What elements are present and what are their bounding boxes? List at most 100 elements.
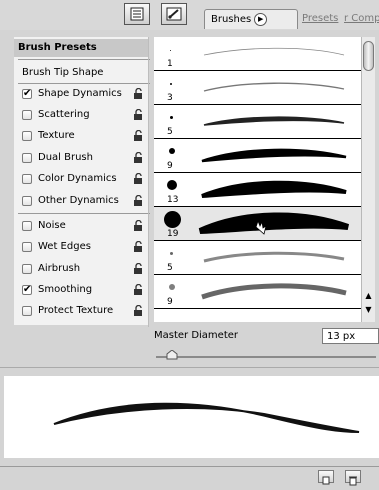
brush-preset-row-selected[interactable]: 19: [154, 207, 361, 241]
tab-presets[interactable]: Presets: [296, 9, 342, 29]
brush-size-label: 5: [167, 263, 173, 273]
lock-icon[interactable]: [133, 284, 144, 295]
master-diameter-slider-track[interactable]: [156, 356, 376, 358]
trash-icon: [349, 476, 357, 486]
brush-preset-row[interactable]: 13: [154, 173, 361, 207]
brush-preset-row[interactable]: 3: [154, 71, 361, 105]
brush-tip-shape-item[interactable]: Brush Tip Shape: [22, 67, 103, 78]
brush-stroke-preview-area: [4, 376, 379, 458]
brush-preset-row[interactable]: 9: [154, 275, 361, 309]
brushes-palette-window: Brushes▶ Presets r Comps Brush Presets B…: [0, 0, 379, 486]
lock-icon[interactable]: [133, 220, 144, 231]
option-smoothing[interactable]: Smoothing: [22, 281, 150, 299]
scroll-thumb[interactable]: [363, 41, 374, 71]
palette-menu-icon: [130, 7, 144, 21]
option-label: Dual Brush: [38, 152, 93, 163]
option-protect-texture[interactable]: Protect Texture: [22, 302, 150, 320]
option-texture[interactable]: Texture: [22, 127, 150, 145]
tab-brushes-label: Brushes: [211, 14, 252, 25]
brush-tip-dot: [167, 180, 177, 190]
brush-palette-icon: [166, 7, 182, 21]
tab-comps[interactable]: r Comps: [338, 9, 379, 29]
texture-checkbox[interactable]: [22, 131, 32, 141]
brush-stroke-preview: [203, 47, 345, 56]
brush-size-label: 5: [167, 127, 173, 137]
brush-palette-button[interactable]: [161, 3, 187, 25]
option-label: Color Dynamics: [38, 173, 117, 184]
smoothing-checkbox[interactable]: [22, 281, 32, 299]
brush-options-panel: Brush Presets Brush Tip Shape Shape Dyna…: [14, 37, 150, 325]
option-wet-edges[interactable]: Wet Edges: [22, 238, 150, 256]
lock-icon[interactable]: [133, 173, 144, 184]
lock-icon[interactable]: [133, 152, 144, 163]
brush-size-label: 19: [167, 229, 179, 239]
brush-tip-dot: [170, 83, 172, 85]
brush-tip-dot: [169, 284, 175, 290]
brush-presets-item[interactable]: Brush Presets: [14, 39, 148, 57]
dual-brush-checkbox[interactable]: [22, 153, 32, 163]
brush-stroke-preview: [201, 180, 347, 198]
brush-list-scrollbar[interactable]: ▲ ▼: [361, 37, 375, 322]
brush-preset-row[interactable]: 5: [154, 105, 361, 139]
option-noise[interactable]: Noise: [22, 217, 150, 235]
brush-tip-dot: [164, 211, 181, 228]
brush-size-label: 3: [167, 93, 173, 103]
brush-tip-dot: [170, 116, 173, 119]
scattering-checkbox[interactable]: [22, 110, 32, 120]
divider: [18, 59, 150, 60]
option-airbrush[interactable]: Airbrush: [22, 260, 150, 278]
option-label: Airbrush: [38, 263, 81, 274]
master-diameter-label: Master Diameter: [154, 330, 239, 341]
brush-tip-dot: [170, 252, 173, 255]
brush-size-label: 9: [167, 161, 173, 171]
other-dynamics-checkbox[interactable]: [22, 196, 32, 206]
lock-icon[interactable]: [133, 195, 144, 206]
tab-brushes[interactable]: Brushes ▶: [204, 9, 298, 29]
divider: [18, 83, 150, 84]
lock-icon[interactable]: [133, 88, 144, 99]
tab-menu-arrow-icon[interactable]: ▶: [254, 12, 268, 26]
option-label: Wet Edges: [38, 241, 91, 252]
brush-stroke-preview: [203, 82, 345, 92]
option-label: Scattering: [38, 109, 90, 120]
option-label: Noise: [38, 220, 66, 231]
shape-dynamics-checkbox[interactable]: [22, 85, 32, 103]
delete-brush-button[interactable]: [345, 470, 361, 486]
wet-edges-checkbox[interactable]: [22, 242, 32, 252]
brush-stroke-preview: [203, 251, 345, 263]
airbrush-checkbox[interactable]: [22, 264, 32, 274]
option-other-dynamics[interactable]: Other Dynamics: [22, 192, 150, 210]
lock-icon[interactable]: [133, 241, 144, 252]
slider-thumb-icon[interactable]: [166, 350, 178, 360]
lock-icon[interactable]: [133, 305, 144, 316]
brush-preset-row[interactable]: 5: [154, 241, 361, 275]
bottom-toolbar: [0, 466, 379, 486]
protect-texture-checkbox[interactable]: [22, 306, 32, 316]
option-scattering[interactable]: Scattering: [22, 106, 150, 124]
color-dynamics-checkbox[interactable]: [22, 174, 32, 184]
scroll-up-arrow-icon[interactable]: ▲: [363, 291, 374, 301]
scroll-down-arrow-icon[interactable]: ▼: [363, 305, 374, 315]
brush-preset-list: 1 3 5 9 13 19 5 9: [154, 37, 361, 322]
option-dual-brush[interactable]: Dual Brush: [22, 149, 150, 167]
lock-icon[interactable]: [133, 109, 144, 120]
tab-presets-label: Presets: [302, 13, 339, 24]
brush-preset-row[interactable]: 9: [154, 139, 361, 173]
section-divider: [0, 367, 379, 368]
new-brush-icon: [322, 476, 330, 485]
option-shape-dynamics[interactable]: Shape Dynamics: [22, 85, 150, 103]
brush-stroke-preview: [201, 283, 347, 300]
noise-checkbox[interactable]: [22, 221, 32, 231]
lock-icon[interactable]: [133, 263, 144, 274]
palette-menu-button[interactable]: [124, 3, 150, 25]
option-label: Shape Dynamics: [38, 88, 122, 99]
brush-stroke-preview: [201, 148, 347, 163]
brush-size-label: 13: [167, 195, 179, 205]
brush-preset-row[interactable]: 1: [154, 37, 361, 71]
new-brush-button[interactable]: [318, 470, 334, 485]
lock-icon[interactable]: [133, 130, 144, 141]
master-diameter-input[interactable]: 13 px: [322, 328, 379, 344]
option-color-dynamics[interactable]: Color Dynamics: [22, 170, 150, 188]
option-label: Other Dynamics: [38, 195, 119, 206]
tab-comps-label: r Comps: [344, 13, 379, 24]
